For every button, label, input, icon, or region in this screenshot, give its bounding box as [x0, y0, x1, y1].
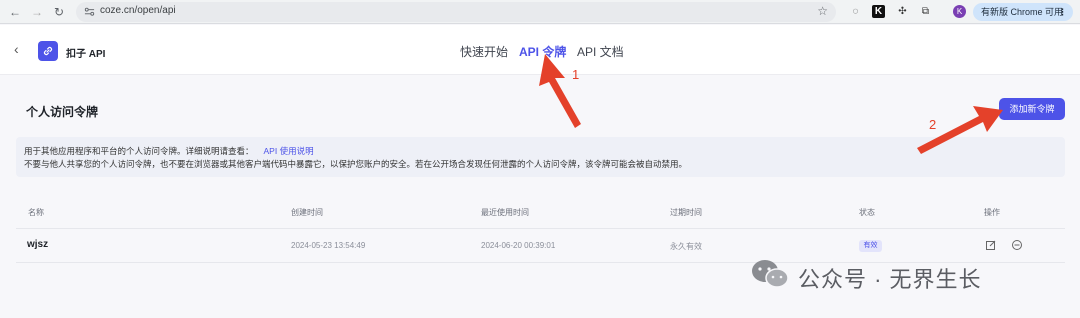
token-expires: 永久有效	[670, 242, 702, 251]
extension-icon[interactable]: ◌	[848, 4, 863, 19]
column-header-last-used: 最近使用时间	[481, 208, 529, 217]
chrome-update-button[interactable]: 有新版 Chrome 可用 ⋮	[973, 3, 1073, 21]
api-usage-link[interactable]: API 使用说明	[264, 146, 314, 156]
puzzle-extensions-icon[interactable]: ⧉	[918, 4, 933, 19]
coze-api-logo	[38, 41, 58, 61]
header-divider	[16, 228, 1065, 229]
annotation-number-1: 1	[572, 67, 580, 82]
reload-icon[interactable]: ↻	[50, 3, 68, 21]
info-line-1: 用于其他应用程序和平台的个人访问令牌。详细说明请查看： API 使用说明	[24, 145, 314, 157]
profile-avatar[interactable]: K	[953, 5, 966, 18]
annotation-arrow-1	[539, 54, 581, 128]
info-line-2: 不要与他人共享您的个人访问令牌，也不要在浏览器或其他客户端代码中暴露它，以保护您…	[24, 159, 688, 169]
url-text: coze.cn/open/api	[100, 5, 176, 16]
column-header-actions: 操作	[984, 208, 1000, 217]
annotation-number-2: 2	[929, 117, 937, 132]
column-header-created: 创建时间	[291, 208, 323, 217]
add-token-button[interactable]: 添加新令牌	[999, 98, 1065, 120]
tab-quickstart[interactable]: 快速开始	[460, 43, 508, 60]
more-menu-icon[interactable]: ⋮	[1058, 3, 1067, 21]
info-text-1: 用于其他应用程序和平台的个人访问令牌。详细说明请查看：	[24, 146, 254, 156]
link-icon	[43, 46, 53, 56]
watermark-text: 公众号 · 无界生长	[798, 267, 982, 292]
edit-icon[interactable]	[985, 239, 997, 251]
page-title: 个人访问令牌	[26, 105, 99, 119]
address-bar[interactable]: coze.cn/open/api ☆	[76, 2, 836, 22]
token-created: 2024-05-23 13:54:49	[291, 241, 366, 250]
status-badge: 有效	[859, 240, 882, 252]
token-name: wjsz	[27, 239, 49, 250]
disable-icon[interactable]	[1011, 239, 1023, 251]
bookmark-star-icon[interactable]: ☆	[817, 4, 828, 18]
browser-toolbar: ← → ↻ coze.cn/open/api ☆ ◌ K ✣ ⧉ K 有新版 C…	[0, 0, 1080, 24]
wechat-logo-icon	[752, 260, 789, 288]
back-icon[interactable]: ←	[6, 3, 24, 21]
update-label: 有新版 Chrome 可用	[981, 7, 1064, 17]
forward-icon[interactable]: →	[28, 3, 46, 21]
info-notice: 用于其他应用程序和平台的个人访问令牌。详细说明请查看： API 使用说明 不要与他…	[16, 137, 1065, 177]
translate-extension-icon[interactable]: ✣	[895, 4, 910, 19]
app-title: 扣子 API	[66, 49, 106, 60]
token-last-used: 2024-06-20 00:39:01	[481, 241, 556, 250]
extension-k-icon[interactable]: K	[872, 5, 885, 18]
column-header-status: 状态	[859, 208, 875, 217]
site-settings-icon[interactable]	[84, 6, 95, 17]
column-header-name: 名称	[28, 208, 44, 217]
column-header-expires: 过期时间	[670, 208, 702, 217]
chevron-left-icon[interactable]: ‹	[14, 41, 19, 57]
